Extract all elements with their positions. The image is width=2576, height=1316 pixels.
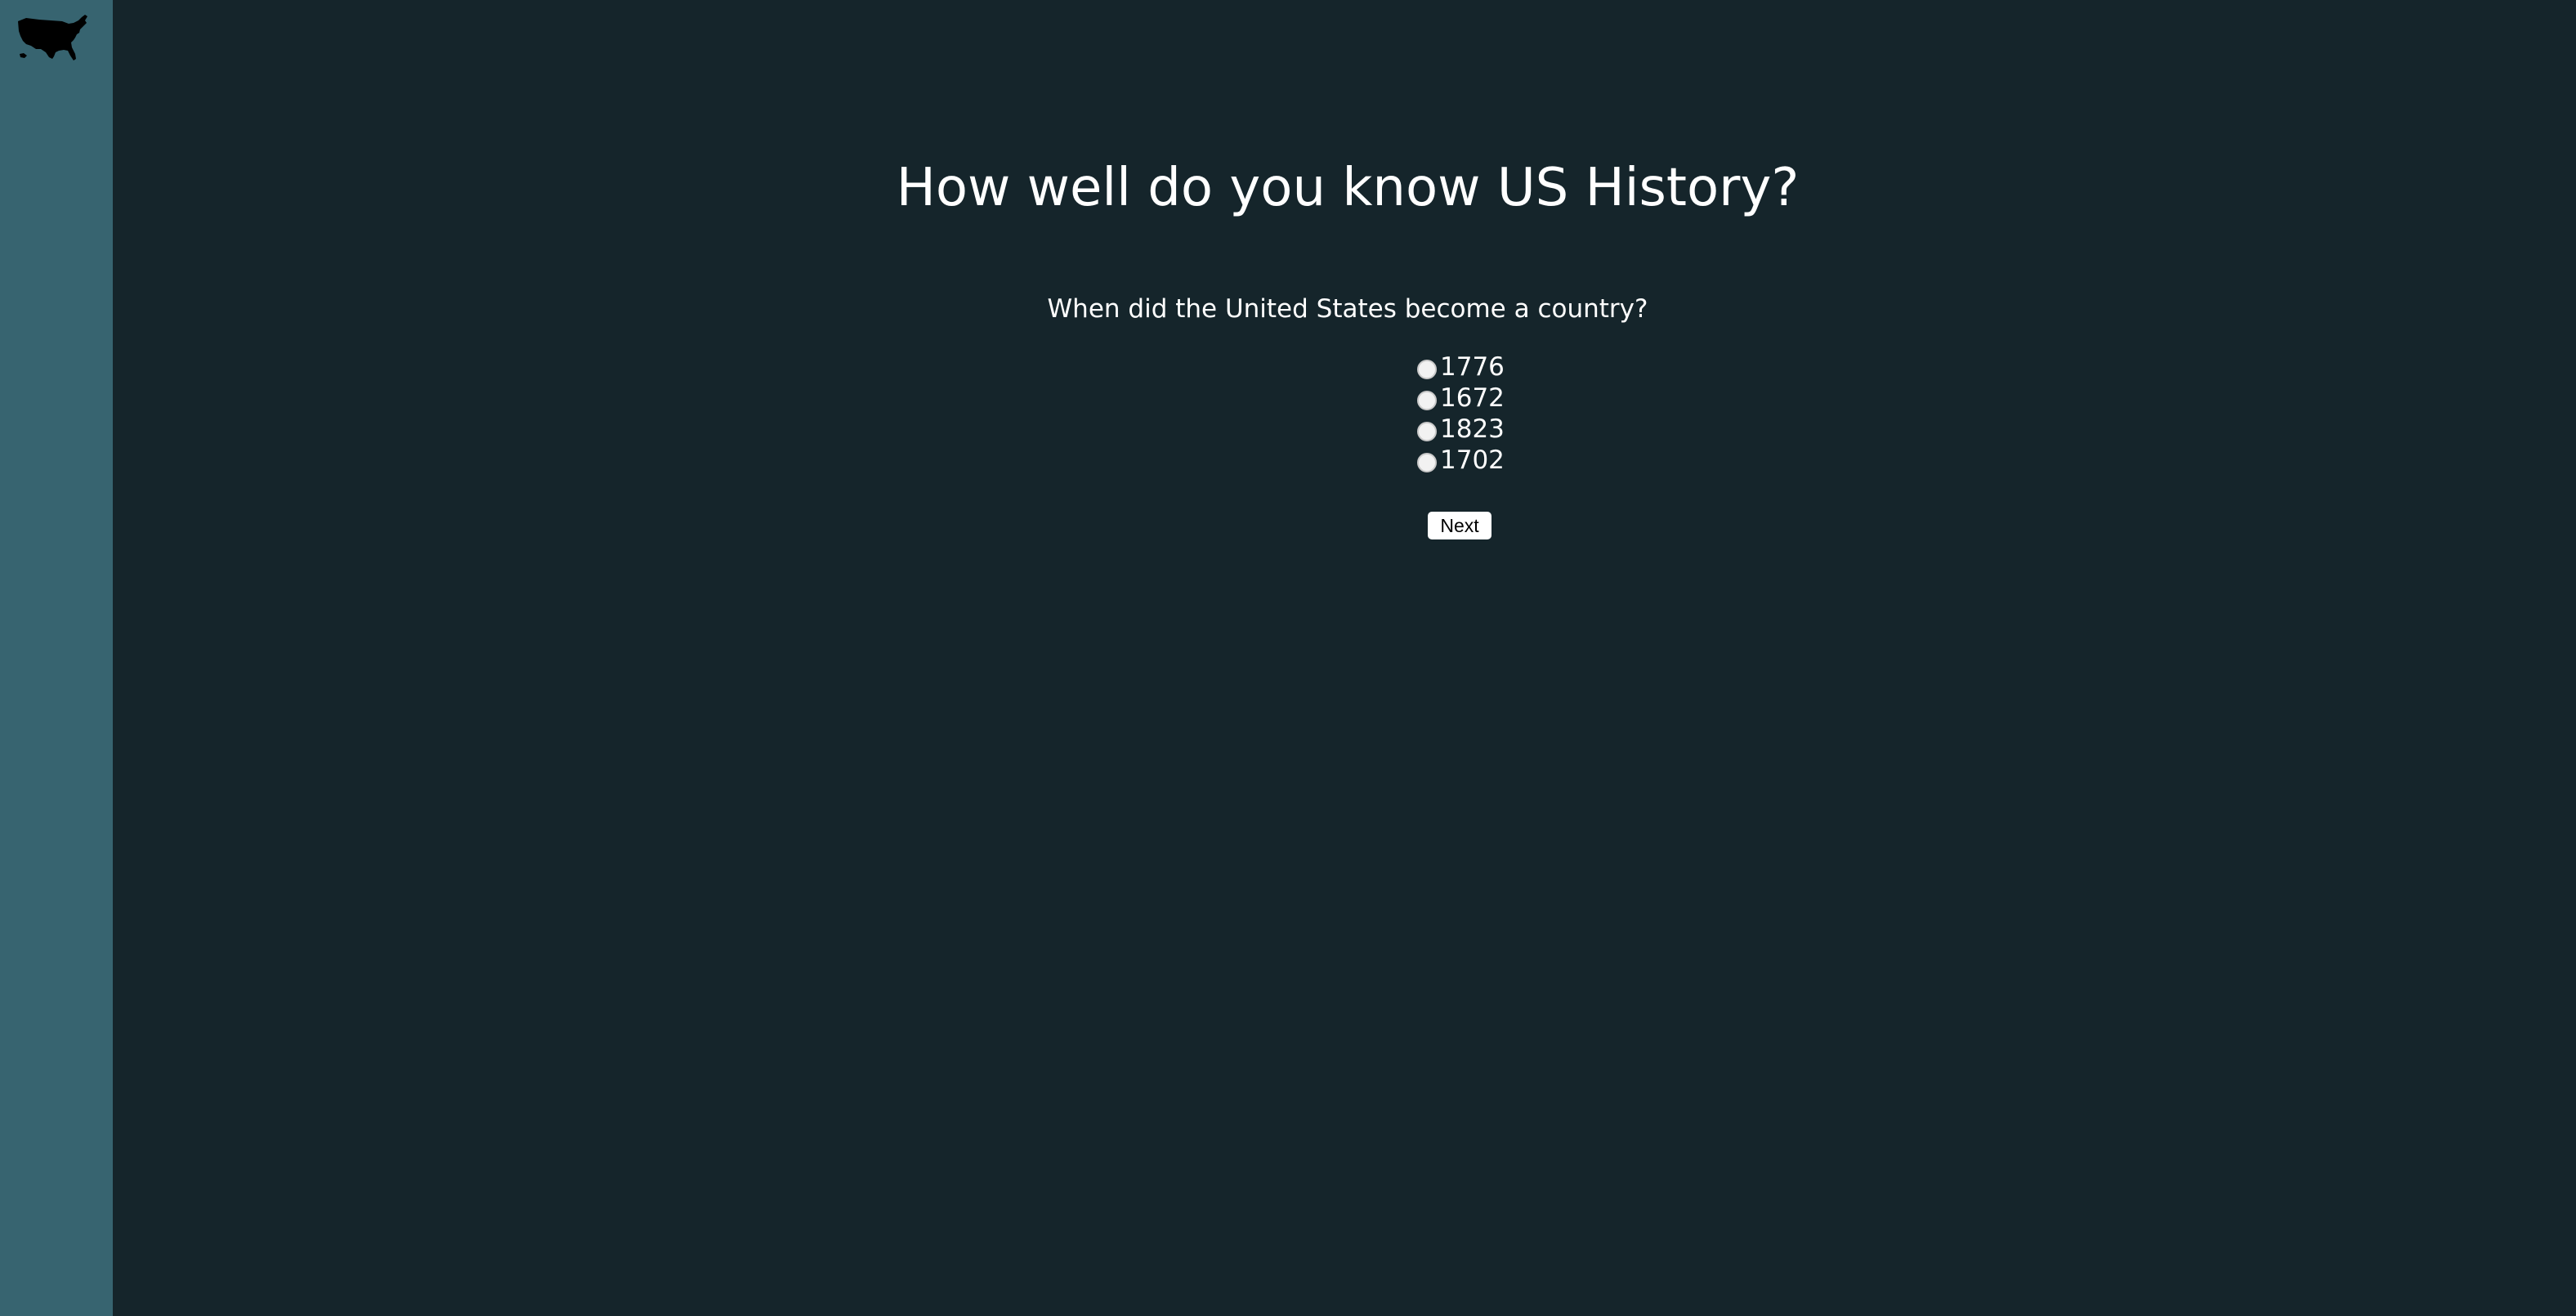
question-text: When did the United States become a coun… [1047, 294, 1648, 324]
answer-option[interactable]: 1672 [1304, 383, 1517, 414]
answer-option-label: 1776 [1440, 352, 1505, 382]
radio-button[interactable] [1417, 391, 1437, 410]
answer-option-label: 1702 [1440, 445, 1505, 475]
answer-option[interactable]: 1702 [1304, 445, 1517, 476]
sidebar [0, 0, 113, 1316]
answer-option-label: 1823 [1440, 414, 1505, 444]
main-content: How well do you know US History? When di… [113, 0, 2576, 1316]
answer-option[interactable]: 1776 [1304, 351, 1517, 383]
radio-button[interactable] [1417, 422, 1437, 441]
radio-button[interactable] [1417, 453, 1437, 472]
answer-option[interactable]: 1823 [1304, 414, 1517, 445]
page-title: How well do you know US History? [896, 158, 1800, 218]
answer-options: 1776 1672 1823 1702 [1304, 351, 1517, 476]
answer-option-label: 1672 [1440, 383, 1505, 413]
radio-button[interactable] [1417, 360, 1437, 379]
usa-map-icon[interactable] [15, 13, 93, 65]
next-button[interactable]: Next [1428, 512, 1491, 539]
